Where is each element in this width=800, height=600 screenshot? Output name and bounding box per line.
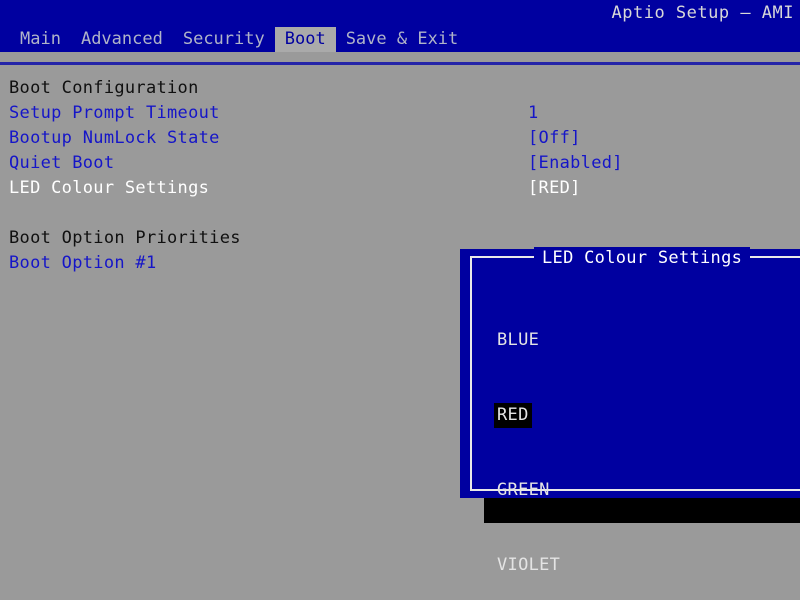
tab-advanced[interactable]: Advanced <box>71 27 173 52</box>
header-separator <box>0 62 800 65</box>
tab-main[interactable]: Main <box>10 27 71 52</box>
spacer-row <box>0 201 800 226</box>
row-label: Bootup NumLock State <box>9 128 220 148</box>
option-row-quiet-boot[interactable]: Quiet Boot [Enabled] <box>0 151 800 176</box>
option-row-setup-prompt-timeout[interactable]: Setup Prompt Timeout 1 <box>0 101 800 126</box>
dialog-row: GREEN <box>494 478 584 503</box>
row-value[interactable]: 1 <box>528 101 539 126</box>
row-label: Boot Configuration <box>9 78 199 98</box>
led-colour-settings-dialog: LED Colour Settings BLUE RED GREEN VIOLE… <box>460 247 800 575</box>
row-label: Boot Option Priorities <box>9 228 241 248</box>
row-label: Quiet Boot <box>9 153 115 173</box>
section-header-boot-configuration: Boot Configuration <box>0 76 800 101</box>
row-label: Boot Option #1 <box>9 253 157 273</box>
dialog-row: BLUE <box>494 328 584 353</box>
option-row-bootup-numlock-state[interactable]: Bootup NumLock State [Off] <box>0 126 800 151</box>
row-value[interactable]: [RED] <box>528 176 581 201</box>
app-title: Aptio Setup – AMI <box>611 3 794 23</box>
dialog-option-green[interactable]: GREEN <box>494 478 553 503</box>
header-bar: Aptio Setup – AMI Main Advanced Security… <box>0 0 800 52</box>
dialog-option-blue[interactable]: BLUE <box>494 328 542 353</box>
bios-setup-screen: Aptio Setup – AMI Main Advanced Security… <box>0 0 800 600</box>
tab-boot[interactable]: Boot <box>274 27 336 52</box>
dialog-row: RED <box>494 403 584 428</box>
tab-save-and-exit[interactable]: Save & Exit <box>336 27 469 52</box>
dialog-option-violet[interactable]: VIOLET <box>494 553 563 578</box>
dialog-option-list: BLUE RED GREEN VIOLET YELLOW WHITE CYAN … <box>494 278 584 600</box>
dialog-frame: LED Colour Settings BLUE RED GREEN VIOLE… <box>470 247 800 575</box>
row-label: LED Colour Settings <box>9 178 210 198</box>
options-panel: Boot Configuration Setup Prompt Timeout … <box>0 76 800 276</box>
row-label: Setup Prompt Timeout <box>9 103 220 123</box>
option-row-led-colour-settings[interactable]: LED Colour Settings [RED] <box>0 176 800 201</box>
dialog-row: VIOLET <box>494 553 584 578</box>
dialog-title: LED Colour Settings <box>534 247 751 269</box>
menu-bar: Main Advanced Security Boot Save & Exit <box>0 27 468 52</box>
tab-security[interactable]: Security <box>173 27 275 52</box>
row-value[interactable]: [Enabled] <box>528 151 623 176</box>
dialog-option-red[interactable]: RED <box>494 403 532 428</box>
row-value[interactable]: [Off] <box>528 126 581 151</box>
